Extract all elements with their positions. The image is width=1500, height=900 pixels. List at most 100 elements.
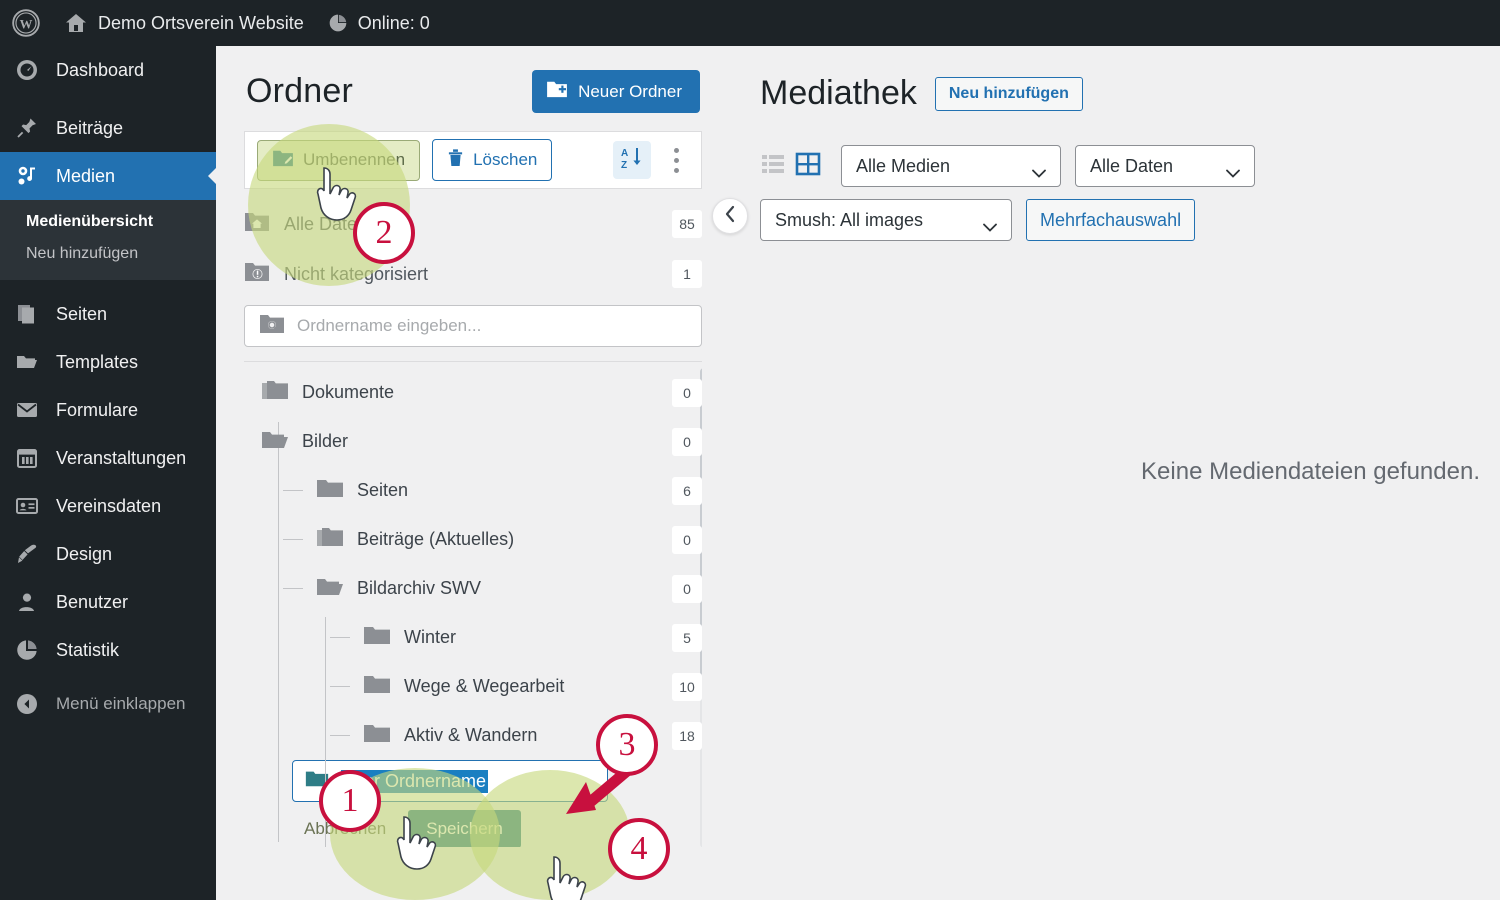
svg-text:Z: Z [621,160,627,171]
sidebar-subitem-neu-hinzufuegen[interactable]: Neu hinzufügen [0,238,216,270]
folder-open-icon [14,349,40,375]
pie-chart-icon [329,14,347,32]
folder-icon [363,624,391,651]
tree-node-bilder[interactable]: Bilder 0 [244,417,702,466]
chevron-down-icon [1032,162,1046,178]
sidebar-item-label: Seiten [56,303,108,324]
media-page-title: Mediathek [760,74,917,112]
tree-node-wege-wegearbeit[interactable]: Wege & Wegearbeit 10 [244,662,702,711]
wordpress-logo-icon: W [12,9,40,37]
sort-az-button[interactable]: A Z [613,141,651,179]
sidebar-item-beitraege[interactable]: Beiträge [0,104,216,152]
collapse-folder-panel-button[interactable] [712,198,748,234]
tree-connector-line [330,735,350,736]
tree-connector-line [283,490,303,491]
calendar-icon [14,445,40,471]
svg-text:A: A [621,148,628,159]
save-button[interactable]: Speichern [408,810,521,847]
media-filter-row-2: Smush: All images Mehrfachauswahl [760,199,1500,241]
folder-stack-icon [316,526,344,553]
sidebar-item-templates[interactable]: Templates [0,338,216,386]
wp-logo-menu[interactable]: W [0,0,52,46]
folder-count-badge: 0 [672,378,702,407]
rename-input-field[interactable]: Alter Ordnername [292,760,608,802]
site-name-menu[interactable]: Demo Ortsverein Website [52,0,316,46]
media-type-filter[interactable]: Alle Medien [841,145,1061,187]
bulk-select-button[interactable]: Mehrfachauswahl [1026,199,1196,241]
sidebar-item-formulare[interactable]: Formulare [0,386,216,434]
date-filter[interactable]: Alle Daten [1075,145,1255,187]
delete-folder-button[interactable]: Löschen [432,139,553,181]
folder-name: Bilder [302,431,349,451]
sidebar-item-label: Beiträge [56,117,124,138]
filter-value: Alle Medien [856,155,951,176]
envelope-icon [14,397,40,423]
new-folder-label: Neuer Ordner [578,81,682,101]
folder-row-nicht-kategorisiert[interactable]: Nicht kategorisiert 1 [244,249,702,299]
rename-toolbar-button[interactable]: Umbenennen [257,139,421,181]
tree-node-beitraege-aktuelles[interactable]: Beiträge (Aktuelles) 0 [244,515,702,564]
tree-node-dokumente[interactable]: Dokumente 0 [244,368,702,417]
rename-label: Umbenennen [303,150,406,169]
tree-node-aktiv-wandern[interactable]: Aktiv & Wandern 18 [244,711,702,760]
delete-label: Löschen [473,150,538,169]
folder-home-icon [244,211,270,237]
folder-icon [363,722,391,749]
filter-value: Alle Daten [1090,155,1174,176]
media-panel: Mediathek Neu hinzufügen Alle Medien All… [730,46,1500,900]
list-view-icon[interactable] [760,151,786,182]
tree-connector-line [283,539,303,540]
screen-root: W Demo Ortsverein Website Online: 0 Dash… [0,0,1500,900]
sidebar-item-label: Vereinsdaten [56,495,162,516]
folder-count-badge: 85 [672,210,702,238]
grid-view-icon[interactable] [795,151,821,182]
user-icon [14,589,40,615]
add-new-media-button[interactable]: Neu hinzufügen [934,76,1083,111]
tree-node-winter[interactable]: Winter 5 [244,613,702,662]
sort-az-icon: A Z [619,145,645,176]
folder-count-badge: 0 [672,427,702,456]
sidebar-item-seiten[interactable]: Seiten [0,290,216,338]
submenu-label: Neu hinzufügen [26,245,139,262]
sidebar-item-label: Design [56,543,113,564]
sidebar-subitem-medienuebersicht[interactable]: Medienübersicht [0,206,216,238]
sidebar-item-statistik[interactable]: Statistik [0,626,216,674]
sidebar-item-benutzer[interactable]: Benutzer [0,578,216,626]
folder-name: Nicht kategorisiert [284,263,429,284]
media-view-toggle [760,151,821,182]
new-folder-button[interactable]: Neuer Ordner [532,70,700,113]
folder-search-box[interactable] [244,305,702,347]
folder-count-badge: 5 [672,623,702,652]
folder-count-badge: 1 [672,260,702,288]
sidebar-item-label: Veranstaltungen [56,447,187,468]
smush-filter[interactable]: Smush: All images [760,199,1012,241]
folder-name: Winter [404,627,457,647]
pie-chart-icon [14,637,40,663]
online-counter[interactable]: Online: 0 [316,0,442,46]
folder-panel-header: Ordner Neuer Ordner [216,46,730,123]
sidebar-item-label: Formulare [56,399,139,420]
folder-name: Bildarchiv SWV [357,578,482,598]
folder-count-badge: 0 [672,574,702,603]
tree-node-bildarchiv-swv[interactable]: Bildarchiv SWV 0 [244,564,702,613]
collapse-menu-button[interactable]: Menü einklappen [0,680,216,728]
sidebar-item-veranstaltungen[interactable]: Veranstaltungen [0,434,216,482]
tree-node-seiten[interactable]: Seiten 6 [244,466,702,515]
folder-row-alle-dateien[interactable]: Alle Dateien 85 [244,199,702,249]
sidebar-item-design[interactable]: Design [0,530,216,578]
folder-tree: Dokumente 0 Bilder 0 Seiten 6 Beiträge (… [244,361,702,847]
folder-search-input[interactable] [297,316,687,336]
rename-editor: Alter Ordnername Abbrechen Speichern [244,760,702,847]
folder-name: Wege & Wegearbeit [404,676,565,696]
cancel-button[interactable]: Abbrechen [292,811,398,847]
folder-more-menu-button[interactable] [663,141,689,179]
site-name-label: Demo Ortsverein Website [98,12,304,33]
sidebar-item-vereinsdaten[interactable]: Vereinsdaten [0,482,216,530]
folder-name: Dokumente [302,382,395,402]
folder-fixed-rows: Alle Dateien 85 Nicht kategorisiert 1 [216,189,730,299]
admin-sidebar: Dashboard Beiträge Medien Medienübersich… [0,46,217,900]
sidebar-item-dashboard[interactable]: Dashboard [0,46,216,94]
sidebar-item-medien[interactable]: Medien [0,152,217,200]
dashboard-icon [14,57,40,83]
page-title: Ordner [246,72,354,110]
